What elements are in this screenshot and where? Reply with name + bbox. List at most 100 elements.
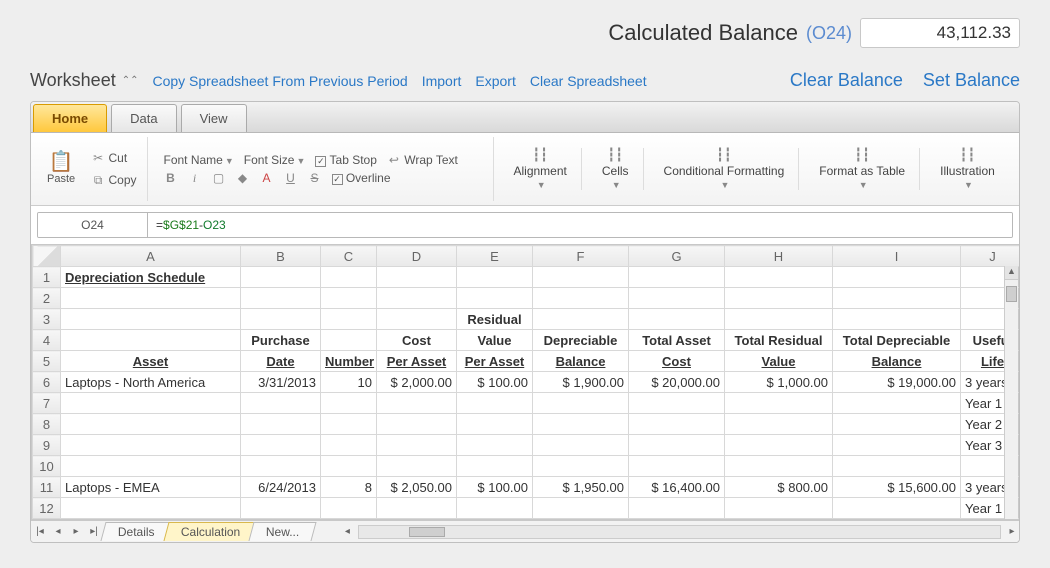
cell-H3[interactable] — [725, 309, 833, 330]
cell-E8[interactable] — [457, 414, 533, 435]
cell-E6[interactable]: $ 100.00 — [457, 372, 533, 393]
scroll-up-arrow[interactable]: ▲ — [1005, 266, 1018, 280]
fill-color-button[interactable]: ◆ — [236, 171, 250, 185]
cell-A5[interactable]: Asset — [61, 351, 241, 372]
cell-D11[interactable]: $ 2,050.00 — [377, 477, 457, 498]
worksheet-title[interactable]: Worksheet ⌃⌃ — [30, 70, 138, 91]
col-header-E[interactable]: E — [457, 246, 533, 267]
cell-E4[interactable]: Value — [457, 330, 533, 351]
cell-G8[interactable] — [629, 414, 725, 435]
cell-A11[interactable]: Laptops - EMEA — [61, 477, 241, 498]
set-balance-link[interactable]: Set Balance — [923, 70, 1020, 91]
font-color-button[interactable]: A — [260, 171, 274, 185]
cell-C11[interactable]: 8 — [321, 477, 377, 498]
cell-D9[interactable] — [377, 435, 457, 456]
cell-F2[interactable] — [533, 288, 629, 309]
prev-sheet-button[interactable]: ◂ — [49, 526, 67, 537]
cell-F8[interactable] — [533, 414, 629, 435]
cell-C8[interactable] — [321, 414, 377, 435]
cell-F10[interactable] — [533, 456, 629, 477]
cell-G6[interactable]: $ 20,000.00 — [629, 372, 725, 393]
col-header-G[interactable]: G — [629, 246, 725, 267]
cell-F9[interactable] — [533, 435, 629, 456]
cell-C4[interactable] — [321, 330, 377, 351]
cell-G4[interactable]: Total Asset — [629, 330, 725, 351]
row-header-5[interactable]: 5 — [33, 351, 61, 372]
sheet-tab-calculation[interactable]: Calculation — [163, 522, 257, 541]
cell-B8[interactable] — [241, 414, 321, 435]
cell-E7[interactable] — [457, 393, 533, 414]
cell-G11[interactable]: $ 16,400.00 — [629, 477, 725, 498]
clear-balance-link[interactable]: Clear Balance — [790, 70, 903, 91]
cell-D10[interactable] — [377, 456, 457, 477]
strikethrough-button[interactable]: S — [308, 171, 322, 185]
cell-C3[interactable] — [321, 309, 377, 330]
conditional-formatting-dropdown[interactable]: ┇┇ Conditional Formatting ▼ — [650, 148, 800, 190]
cell-A3[interactable] — [61, 309, 241, 330]
first-sheet-button[interactable]: |◂ — [31, 526, 49, 537]
cell-E10[interactable] — [457, 456, 533, 477]
cell-D7[interactable] — [377, 393, 457, 414]
cell-F4[interactable]: Depreciable — [533, 330, 629, 351]
row-header-1[interactable]: 1 — [33, 267, 61, 288]
col-header-J[interactable]: J — [961, 246, 1021, 267]
row-header-12[interactable]: 12 — [33, 498, 61, 519]
cell-B1[interactable] — [241, 267, 321, 288]
cell-H12[interactable] — [725, 498, 833, 519]
font-name-dropdown[interactable]: Font Name▼ — [164, 153, 234, 167]
cell-I1[interactable] — [833, 267, 961, 288]
cell-B10[interactable] — [241, 456, 321, 477]
cell-D3[interactable] — [377, 309, 457, 330]
cell-A9[interactable] — [61, 435, 241, 456]
cell-G1[interactable] — [629, 267, 725, 288]
cell-I12[interactable] — [833, 498, 961, 519]
cell-E11[interactable]: $ 100.00 — [457, 477, 533, 498]
col-header-A[interactable]: A — [61, 246, 241, 267]
bold-button[interactable]: B — [164, 171, 178, 185]
alignment-dropdown[interactable]: ┇┇ Alignment ▼ — [500, 148, 582, 190]
cell-H2[interactable] — [725, 288, 833, 309]
cell-F11[interactable]: $ 1,950.00 — [533, 477, 629, 498]
cell-I2[interactable] — [833, 288, 961, 309]
cell-D12[interactable] — [377, 498, 457, 519]
cell-E1[interactable] — [457, 267, 533, 288]
row-header-8[interactable]: 8 — [33, 414, 61, 435]
illustration-dropdown[interactable]: ┇┇ Illustration ▼ — [926, 148, 1009, 190]
row-header-4[interactable]: 4 — [33, 330, 61, 351]
cell-G9[interactable] — [629, 435, 725, 456]
cell-I8[interactable] — [833, 414, 961, 435]
cell-F12[interactable] — [533, 498, 629, 519]
cell-A7[interactable] — [61, 393, 241, 414]
cell-E12[interactable] — [457, 498, 533, 519]
paste-button[interactable]: 📋 Paste — [47, 153, 81, 185]
cell-H10[interactable] — [725, 456, 833, 477]
cell-G5[interactable]: Cost — [629, 351, 725, 372]
sheet-tab-new[interactable]: New... — [249, 522, 317, 541]
cell-B4[interactable]: Purchase — [241, 330, 321, 351]
vertical-scroll-thumb[interactable] — [1006, 286, 1017, 302]
cell-A6[interactable]: Laptops - North America — [61, 372, 241, 393]
cell-B3[interactable] — [241, 309, 321, 330]
cell-D8[interactable] — [377, 414, 457, 435]
last-sheet-button[interactable]: ▸| — [85, 526, 103, 537]
col-header-F[interactable]: F — [533, 246, 629, 267]
cell-A4[interactable] — [61, 330, 241, 351]
row-header-3[interactable]: 3 — [33, 309, 61, 330]
cell-I7[interactable] — [833, 393, 961, 414]
row-header-11[interactable]: 11 — [33, 477, 61, 498]
border-button[interactable]: ▢ — [212, 171, 226, 185]
cell-H9[interactable] — [725, 435, 833, 456]
cell-I10[interactable] — [833, 456, 961, 477]
clear-spreadsheet-link[interactable]: Clear Spreadsheet — [530, 73, 647, 89]
import-link[interactable]: Import — [422, 73, 462, 89]
cell-I11[interactable]: $ 15,600.00 — [833, 477, 961, 498]
row-header-9[interactable]: 9 — [33, 435, 61, 456]
export-link[interactable]: Export — [475, 73, 515, 89]
tab-data[interactable]: Data — [111, 104, 176, 132]
cell-B9[interactable] — [241, 435, 321, 456]
cell-I9[interactable] — [833, 435, 961, 456]
formula-input[interactable]: =$G$21-O23 — [148, 213, 1012, 237]
hscroll-left-arrow[interactable]: ◂ — [340, 526, 354, 537]
cell-D2[interactable] — [377, 288, 457, 309]
col-header-D[interactable]: D — [377, 246, 457, 267]
